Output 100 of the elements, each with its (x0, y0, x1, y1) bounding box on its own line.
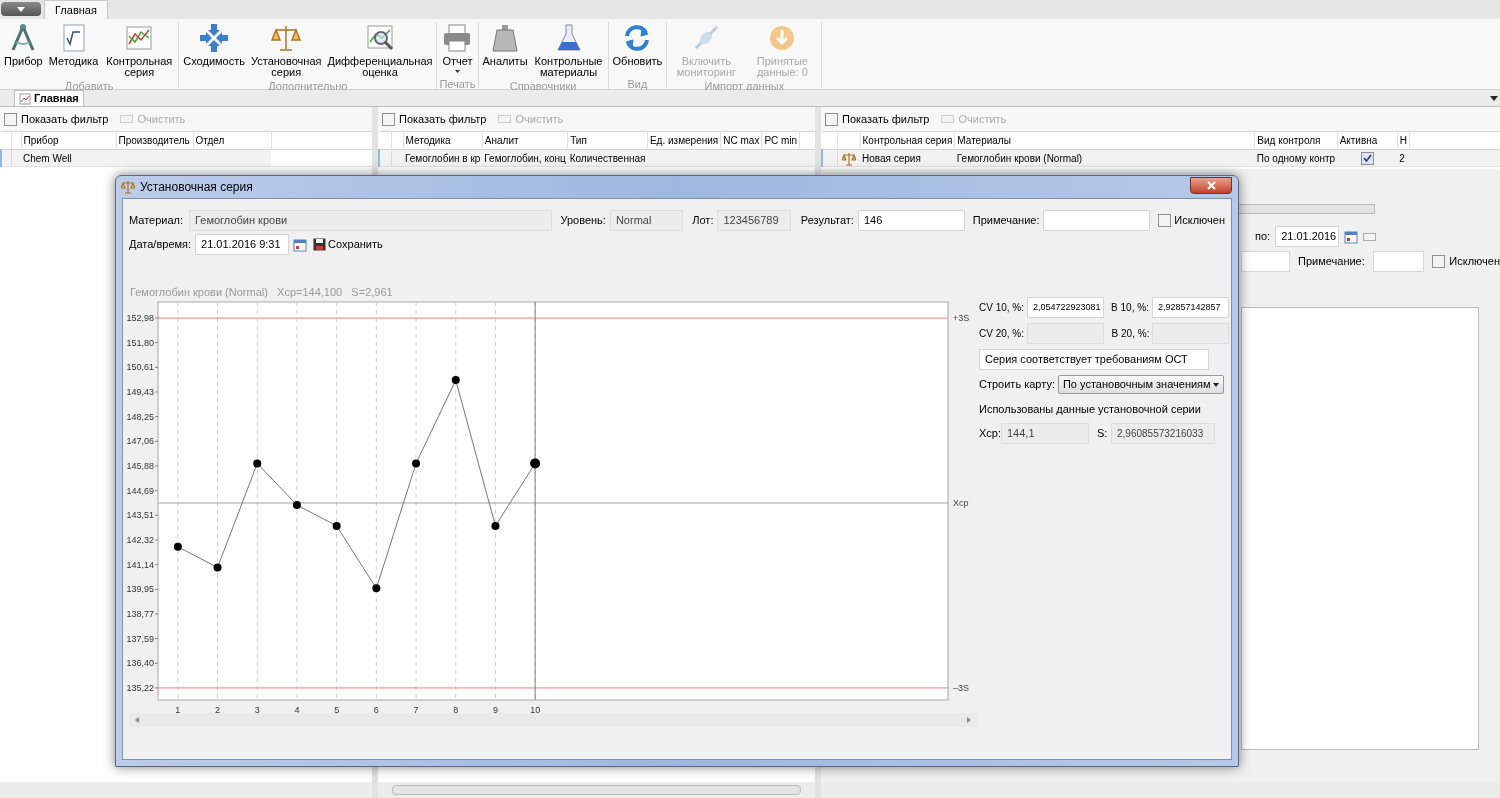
field-label: Исключен (1449, 254, 1500, 270)
column-header[interactable]: Производитель (116, 131, 193, 150)
field-label: S: (1097, 425, 1109, 441)
ribbon-button[interactable]: Сходимость (181, 22, 247, 78)
axis-tick-label: 8 (453, 705, 459, 715)
data-point[interactable] (332, 521, 341, 530)
axis-tick-label: 136,40 (126, 658, 154, 669)
data-point[interactable] (412, 459, 421, 468)
ribbon-button[interactable]: Методика (46, 22, 101, 78)
input-field[interactable]: 2,96085573216033 (1111, 422, 1215, 444)
data-point[interactable] (491, 521, 500, 530)
ribbon-button[interactable]: Прибор (2, 22, 45, 78)
reference-label: +3S (953, 313, 970, 324)
column-header[interactable]: Н (1397, 131, 1410, 150)
axis-tick-label: 2 (215, 705, 221, 715)
group-label: Дополнительно (268, 79, 348, 91)
calendar-icon (1344, 229, 1359, 244)
app-menu-button[interactable] (1, 2, 41, 16)
row-header[interactable] (1, 149, 11, 167)
balance-scale-icon (841, 151, 856, 166)
column-header[interactable]: Отдел (193, 131, 271, 150)
input-field[interactable]: Гемоглобин крови (189, 210, 553, 231)
caret-icon (17, 6, 25, 12)
axis-tick-label: 145,88 (126, 460, 154, 471)
ribbon-button[interactable]: Контрольная серия (102, 22, 177, 78)
column-header[interactable]: Вид контроля (1254, 131, 1338, 150)
dropdown-arrow-icon[interactable] (1490, 96, 1498, 101)
checkbox[interactable] (1360, 151, 1374, 165)
axis-tick-label: 135,22 (126, 682, 154, 693)
ribbon-button[interactable]: Отчет (439, 22, 476, 76)
input-field[interactable]: 144,1 (1001, 422, 1089, 444)
checkbox[interactable] (382, 112, 395, 126)
axis-tick-label: 143,51 (126, 510, 154, 521)
ribbon-button[interactable]: Установочная серия (249, 22, 324, 78)
input-field[interactable] (1241, 251, 1291, 272)
column-header[interactable]: Тип (567, 131, 648, 150)
field-label: Материал: (129, 213, 184, 229)
table-cell (11, 149, 21, 167)
field-label: по: (1255, 229, 1271, 245)
filter-label: Показать фильтр (21, 111, 109, 127)
axis-tick-label: 151,80 (126, 337, 154, 348)
checkbox[interactable] (1158, 214, 1172, 227)
scroll-bar[interactable] (129, 713, 977, 727)
axis-tick-label: 141,14 (126, 559, 154, 570)
column-header[interactable]: Ед. измерения (647, 131, 721, 150)
document-tab[interactable]: Главная (14, 90, 84, 106)
axis-tick-label: 148,25 (126, 411, 154, 422)
input-field[interactable] (1043, 210, 1151, 231)
field-label: Примечание: (1298, 254, 1365, 270)
data-point[interactable] (173, 542, 182, 551)
ribbon-tab[interactable]: Главная (44, 0, 108, 19)
row-header[interactable] (379, 149, 391, 167)
save-button[interactable]: Сохранить (313, 236, 383, 253)
data-point[interactable] (253, 459, 262, 468)
date-field[interactable]: 21.01.2016 9:31 (195, 234, 290, 255)
ribbon-button[interactable]: Аналиты (480, 22, 530, 78)
axis-tick-label: 152,98 (126, 313, 154, 324)
field-label: Результат: (800, 213, 854, 229)
data-point[interactable] (292, 501, 301, 510)
input-field[interactable]: Normal (609, 210, 684, 231)
column-header[interactable]: Контрольная серия (860, 131, 955, 150)
axis-tick-label: 9 (492, 705, 498, 715)
input-field[interactable]: 2,92857142857 (1151, 297, 1229, 318)
ribbon-button[interactable]: Дифференциальная оценка (325, 22, 435, 78)
date-field[interactable]: 21.01.2016 (1275, 226, 1340, 247)
input-field[interactable]: 146 (857, 210, 965, 231)
column-header[interactable]: Прибор (21, 131, 116, 150)
data-point[interactable] (213, 563, 222, 572)
column-header[interactable]: Материалы (954, 131, 1255, 150)
chart-mode-dropdown[interactable]: По установочным значениям (1057, 375, 1224, 394)
close-button[interactable] (1190, 176, 1232, 194)
data-point[interactable] (530, 458, 541, 469)
column-header[interactable]: PC min (761, 131, 800, 150)
group-label: Добавить (64, 79, 114, 91)
scroll-bar[interactable] (0, 782, 372, 798)
input-field[interactable] (1372, 251, 1425, 272)
close-icon (1206, 180, 1216, 190)
group-label: Справочники (509, 79, 577, 91)
column-header[interactable]: NC max (720, 131, 762, 150)
data-point[interactable] (372, 584, 381, 593)
column-header[interactable]: Методика (403, 131, 483, 150)
data-point[interactable] (451, 376, 460, 385)
checkbox[interactable] (4, 112, 17, 126)
input-field[interactable]: 123456789 (717, 210, 791, 231)
input-field[interactable]: 2,054722923081 (1027, 297, 1105, 318)
converging-arrows-icon (198, 22, 231, 54)
ribbon-button[interactable]: Обновить (610, 22, 665, 76)
result-field[interactable]: Серия соответствует требованиям ОСТ (979, 349, 1209, 370)
axis-tick-label: 137,59 (126, 633, 154, 644)
axis-tick-label: 6 (373, 705, 379, 715)
column-header[interactable]: Активна (1337, 131, 1398, 150)
ribbon-button[interactable]: Контрольные материалы (531, 22, 606, 78)
column-header[interactable]: Аналит (482, 131, 568, 150)
checkbox[interactable] (1432, 255, 1446, 268)
caret-icon (454, 70, 460, 73)
chart-title: Гемоглобин крови (Normal) Хср=144,100 S=2,961 (130, 285, 394, 298)
scroll-bar[interactable] (378, 782, 815, 798)
checkbox[interactable] (825, 112, 838, 126)
scroll-thumb[interactable] (392, 785, 801, 795)
field-label: Лот: (692, 213, 714, 229)
